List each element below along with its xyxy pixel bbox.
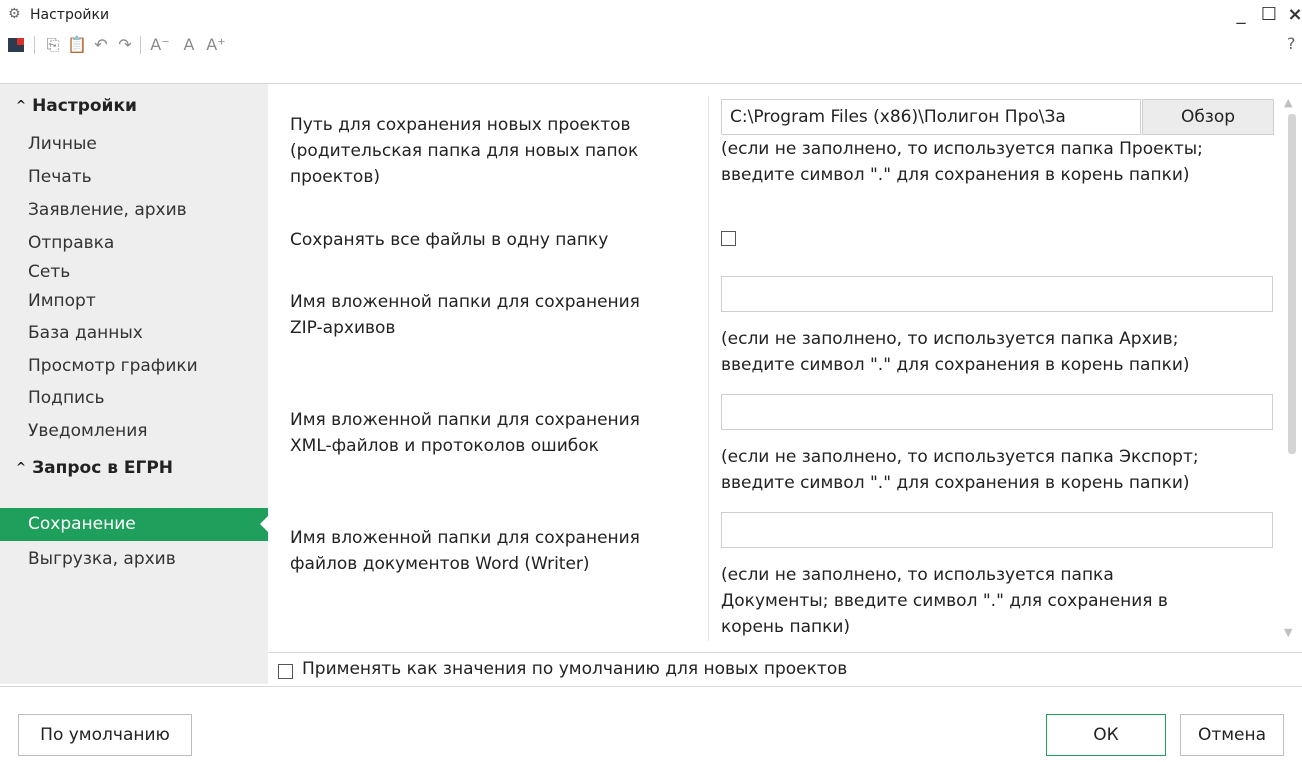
ok-button[interactable]: ОК xyxy=(1046,714,1166,756)
toolbar-separator xyxy=(34,36,35,54)
settings-window: ⚙ Настройки _ ☐ × ⎘ 📋 ↶ ↷ A⁻ A A⁺ ? ^ Нас… xyxy=(0,0,1302,762)
hint-line: введите символ "." для сохранения в коре… xyxy=(721,355,1190,375)
footer-divider xyxy=(0,686,1302,687)
maximize-button[interactable]: ☐ xyxy=(1256,2,1282,28)
label-line: Путь для сохранения новых проектов xyxy=(290,115,631,135)
path-hint: (если не заполнено, то используется папк… xyxy=(721,136,1281,188)
sidebar-item-signature[interactable]: Подпись xyxy=(0,382,268,415)
sidebar-item-application-archive[interactable]: Заявление, архив xyxy=(0,194,268,227)
word-label: Имя вложенной папки для сохранения файло… xyxy=(290,525,710,577)
label-line: Имя вложенной папки для сохранения xyxy=(290,410,640,430)
apply-default-label[interactable]: Применять как значения по умолчанию для … xyxy=(302,659,847,679)
chevron-up-icon: ^ xyxy=(16,460,27,474)
copy-icon[interactable]: ⎘ xyxy=(42,34,64,56)
zip-folder-input[interactable] xyxy=(721,276,1273,312)
label-line: Имя вложенной папки для сохранения xyxy=(290,292,640,312)
xml-folder-input[interactable] xyxy=(721,394,1273,430)
scroll-down-arrow[interactable]: ▼ xyxy=(1284,626,1292,639)
sidebar-item-personal[interactable]: Личные xyxy=(0,128,268,161)
toolbar-separator xyxy=(140,36,141,54)
browse-button[interactable]: Обзор xyxy=(1142,99,1274,135)
scrollbar-thumb[interactable] xyxy=(1288,114,1296,454)
close-button[interactable]: × xyxy=(1282,2,1302,28)
undo-icon[interactable]: ↶ xyxy=(90,34,112,56)
hint-line: введите символ "." для сохранения в коре… xyxy=(721,165,1190,185)
sidebar-item-graphics-view[interactable]: Просмотр графики xyxy=(0,350,268,383)
hint-line: (если не заполнено, то используется папк… xyxy=(721,139,1203,159)
xml-label: Имя вложенной папки для сохранения XML-ф… xyxy=(290,407,710,459)
label-line: XML-файлов и протоколов ошибок xyxy=(290,436,599,456)
word-folder-input[interactable] xyxy=(721,512,1273,548)
apply-default-row: Применять как значения по умолчанию для … xyxy=(268,652,1302,687)
settings-panel: Путь для сохранения новых проектов (роди… xyxy=(268,84,1302,644)
redo-icon[interactable]: ↷ xyxy=(114,34,136,56)
sidebar-item-export-archive[interactable]: Выгрузка, архив xyxy=(0,543,268,576)
sidebar: ^ Настройки Личные Печать Заявление, архи… xyxy=(0,84,268,684)
minimize-button[interactable]: _ xyxy=(1228,2,1254,28)
sidebar-item-print[interactable]: Печать xyxy=(0,161,268,194)
cancel-button[interactable]: Отмена xyxy=(1180,714,1284,756)
one-folder-checkbox[interactable] xyxy=(721,231,736,246)
hint-line: (если не заполнено, то используется папк… xyxy=(721,447,1199,467)
scroll-up-arrow[interactable]: ▲ xyxy=(1284,96,1292,109)
label-line: Имя вложенной папки для сохранения xyxy=(290,528,640,548)
label-line: проектов) xyxy=(290,167,380,187)
sidebar-item-saving[interactable]: Сохранение xyxy=(0,508,268,541)
sidebar-item-import[interactable]: Импорт xyxy=(0,285,268,318)
sidebar-item-notifications[interactable]: Уведомления xyxy=(0,415,268,448)
hint-line: (если не заполнено, то используется папк… xyxy=(721,565,1114,585)
font-increase-icon[interactable]: A⁺ xyxy=(202,34,230,56)
one-folder-label: Сохранять все файлы в одну папку xyxy=(290,230,609,250)
font-decrease-icon[interactable]: A⁻ xyxy=(146,34,174,56)
window-title: Настройки xyxy=(30,7,110,23)
zip-label: Имя вложенной папки для сохранения ZIP-а… xyxy=(290,289,710,341)
label-line: ZIP-архивов xyxy=(290,318,396,338)
exit-icon[interactable] xyxy=(6,34,26,56)
sidebar-group-label: Настройки xyxy=(32,96,137,116)
hint-line: введите символ "." для сохранения в коре… xyxy=(721,473,1190,493)
reset-defaults-button[interactable]: По умолчанию xyxy=(18,714,192,756)
zip-hint: (если не заполнено, то используется папк… xyxy=(721,326,1281,378)
help-icon[interactable]: ? xyxy=(1287,34,1296,53)
apply-default-checkbox[interactable] xyxy=(278,664,293,679)
xml-hint: (если не заполнено, то используется папк… xyxy=(721,444,1281,496)
sidebar-group-label: Запрос в ЕГРН xyxy=(32,458,174,478)
paste-icon[interactable]: 📋 xyxy=(66,34,88,56)
label-line: файлов документов Word (Writer) xyxy=(290,554,590,574)
sidebar-group-egrn-request[interactable]: ^ Запрос в ЕГРН xyxy=(16,458,173,478)
chevron-up-icon: ^ xyxy=(16,98,27,112)
project-path-input[interactable]: C:\Program Files (x86)\Полигон Про\За xyxy=(721,99,1141,135)
hint-line: Документы; введите символ "." для сохран… xyxy=(721,591,1168,611)
sidebar-item-database[interactable]: База данных xyxy=(0,317,268,350)
font-default-icon[interactable]: A xyxy=(178,34,200,56)
title-bar: ⚙ Настройки _ ☐ × xyxy=(0,0,1302,30)
toolbar: ⎘ 📋 ↶ ↷ A⁻ A A⁺ ? xyxy=(0,30,1302,60)
gear-icon: ⚙ xyxy=(8,6,21,22)
hint-line: корень папки) xyxy=(721,617,851,637)
path-label: Путь для сохранения новых проектов (роди… xyxy=(290,112,710,190)
sidebar-group-settings[interactable]: ^ Настройки xyxy=(16,96,137,116)
word-hint: (если не заполнено, то используется папк… xyxy=(721,562,1281,640)
hint-line: (если не заполнено, то используется папк… xyxy=(721,329,1179,349)
label-line: (родительская папка для новых папок xyxy=(290,141,639,161)
